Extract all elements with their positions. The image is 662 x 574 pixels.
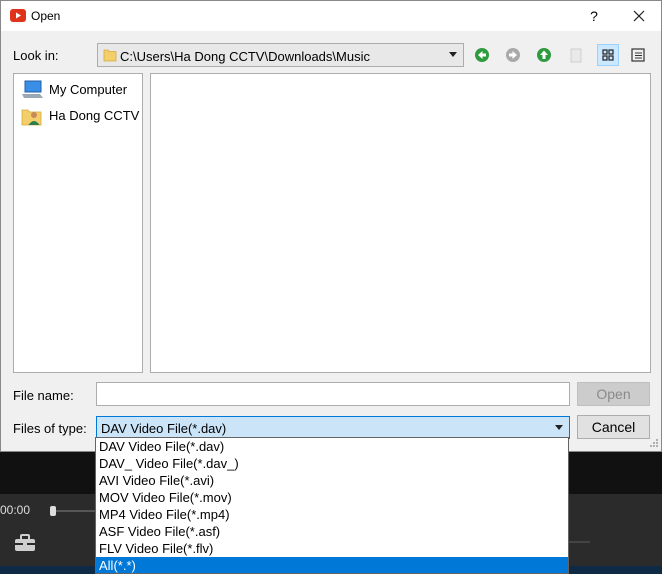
dropdown-option-all[interactable]: All(*.*) [96, 557, 568, 573]
file-list[interactable] [150, 73, 651, 373]
seek-track [54, 510, 96, 512]
files-of-type-dropdown: DAV Video File(*.dav) DAV_ Video File(*.… [95, 437, 569, 574]
chevron-down-icon[interactable] [555, 425, 563, 430]
seek-knob[interactable] [50, 506, 56, 516]
files-of-type-combobox[interactable]: DAV Video File(*.dav) [96, 416, 570, 439]
open-dialog: Open ? Look in: C:\Users\Ha Dong CCTV\Do… [0, 0, 662, 452]
dropdown-option-dav-underscore[interactable]: DAV_ Video File(*.dav_) [96, 455, 568, 472]
background-time-readout: 00:00 [0, 503, 31, 517]
files-of-type-label: Files of type: [13, 421, 87, 436]
cancel-button[interactable]: Cancel [577, 415, 650, 439]
sidebar-item-label: Ha Dong CCTV [49, 108, 140, 123]
dropdown-option-flv[interactable]: FLV Video File(*.flv) [96, 540, 568, 557]
open-button[interactable]: Open [577, 382, 650, 406]
close-icon[interactable] [624, 4, 654, 28]
sidebar-item-my-computer[interactable]: My Computer [21, 80, 143, 102]
list-view-icon[interactable] [628, 45, 648, 65]
dropdown-option-asf[interactable]: ASF Video File(*.asf) [96, 523, 568, 540]
dropdown-option-mov[interactable]: MOV Video File(*.mov) [96, 489, 568, 506]
user-folder-icon [21, 109, 42, 126]
dropdown-option-mp4[interactable]: MP4 Video File(*.mp4) [96, 506, 568, 523]
look-in-combobox[interactable]: C:\Users\Ha Dong CCTV\Downloads\Music [97, 43, 464, 67]
dialog-title: Open [31, 9, 61, 23]
toolbox-icon[interactable] [14, 534, 36, 552]
dropdown-option-avi[interactable]: AVI Video File(*.avi) [96, 472, 568, 489]
up-folder-icon[interactable] [534, 45, 554, 65]
app-play-icon [10, 9, 26, 22]
folder-icon [103, 49, 117, 62]
background-divider [568, 541, 590, 543]
dropdown-option-dav[interactable]: DAV Video File(*.dav) [96, 438, 568, 455]
look-in-path: C:\Users\Ha Dong CCTV\Downloads\Music [120, 49, 370, 64]
look-in-label: Look in: [13, 48, 59, 63]
file-name-input[interactable] [96, 382, 570, 406]
forward-icon[interactable] [503, 45, 523, 65]
places-sidebar: My Computer Ha Dong CCTV [13, 73, 143, 373]
background-seek-slider[interactable] [50, 506, 96, 516]
resize-grip-icon[interactable] [649, 438, 659, 448]
chevron-down-icon[interactable] [449, 52, 457, 57]
sidebar-item-label: My Computer [49, 82, 128, 97]
back-icon[interactable] [472, 45, 492, 65]
new-folder-icon[interactable] [566, 45, 586, 65]
title-bar[interactable]: Open ? [1, 1, 661, 31]
detail-view-icon[interactable] [597, 44, 619, 66]
sidebar-item-user[interactable]: Ha Dong CCTV [21, 106, 143, 128]
file-name-label: File name: [13, 388, 74, 403]
files-of-type-value: DAV Video File(*.dav) [101, 421, 227, 436]
help-button[interactable]: ? [584, 4, 604, 28]
computer-icon [22, 80, 43, 98]
